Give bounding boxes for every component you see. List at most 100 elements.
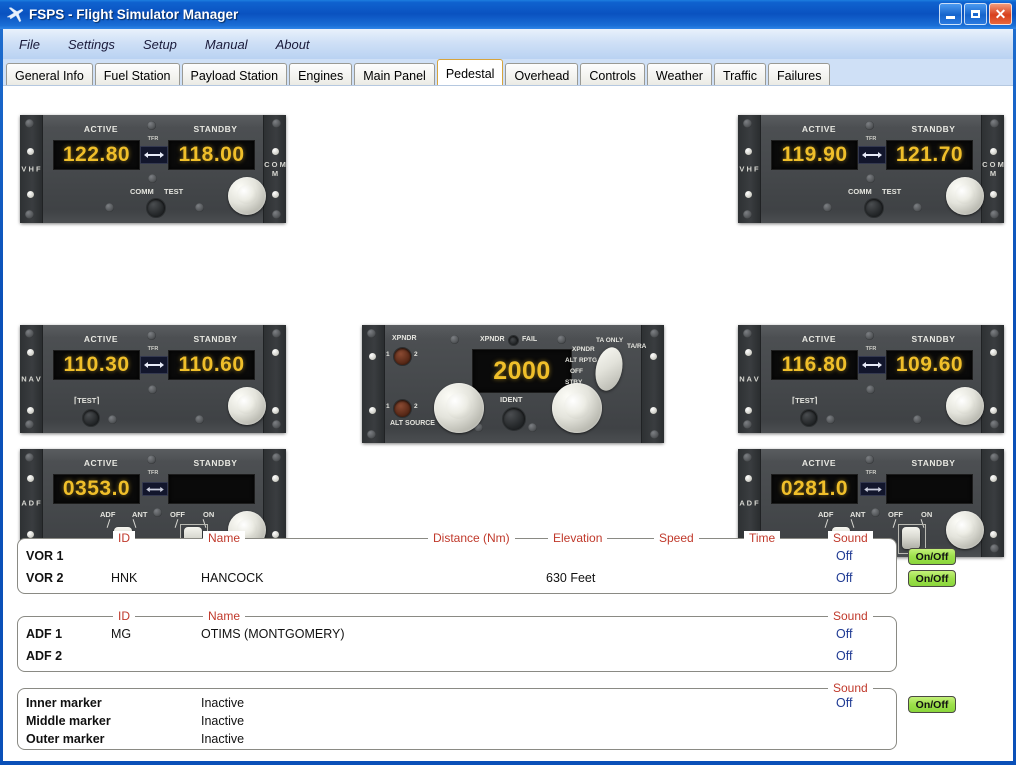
nav1-transfer-button[interactable] — [140, 356, 168, 374]
adf1-row-id: MG — [111, 627, 132, 641]
vor2-id: HNK — [111, 571, 138, 585]
comm2-tuning-knob[interactable] — [946, 177, 984, 215]
minimize-button[interactable] — [939, 3, 962, 25]
menu-item-settings[interactable]: Settings — [68, 37, 115, 52]
panel-rail-right — [981, 325, 1004, 433]
screw-icon — [743, 420, 752, 429]
comm1-side-label-left: V H F — [21, 164, 41, 174]
comm2-active-value: 119.90 — [781, 143, 848, 166]
screw-icon — [826, 415, 835, 424]
tab-controls[interactable]: Controls — [580, 63, 645, 87]
tick-mark — [850, 519, 855, 528]
indicator-dot-icon — [990, 475, 997, 482]
screw-icon — [528, 423, 537, 432]
screw-icon — [743, 119, 752, 128]
indicator-dot-icon — [27, 407, 34, 414]
transponder-panel[interactable]: XPNDR XPNDR FAIL 1 2 1 2 ALT SOURCE 2000… — [362, 325, 664, 443]
adf-header-sound: Sound — [828, 609, 873, 623]
maximize-button[interactable] — [964, 3, 987, 25]
tab-general-info[interactable]: General Info — [6, 63, 93, 87]
indicator-dot-icon — [990, 407, 997, 414]
adf2-power-switch[interactable] — [902, 527, 920, 549]
transponder-source-selector-top[interactable] — [393, 347, 412, 366]
panel-rail-left: V H F — [738, 115, 761, 223]
vor1-sound-toggle-button[interactable]: On/Off — [908, 548, 956, 565]
transponder-mode-alt-rptg: ALT RPTG — [565, 357, 598, 364]
transponder-ident-button[interactable] — [502, 407, 526, 431]
screw-icon — [990, 210, 999, 219]
menu-item-file[interactable]: File — [19, 37, 40, 52]
nav1-tuning-knob[interactable] — [228, 387, 266, 425]
nav2-radio-panel[interactable]: N A V ACTIVE STANDBY TFR 116.80 109.60 ⌈… — [738, 325, 1004, 433]
nav2-test-button[interactable] — [800, 409, 818, 427]
marker-sound-toggle-button[interactable]: On/Off — [908, 696, 956, 713]
transponder-code-value: 2000 — [493, 356, 551, 385]
vor2-name: HANCOCK — [201, 571, 264, 585]
screw-icon — [913, 415, 922, 424]
screw-icon — [650, 329, 659, 338]
transponder-mode-selector-knob[interactable] — [591, 344, 627, 394]
screw-icon — [148, 385, 157, 394]
tab-main-panel[interactable]: Main Panel — [354, 63, 435, 87]
nav2-transfer-button[interactable] — [858, 356, 886, 374]
tab-weather[interactable]: Weather — [646, 63, 712, 87]
menu-item-setup[interactable]: Setup — [143, 37, 177, 52]
comm2-transfer-button[interactable] — [858, 146, 886, 164]
indicator-dot-icon — [745, 407, 752, 414]
alt-source-selector-2: 2 — [414, 403, 418, 410]
comm2-radio-panel[interactable]: V H F C O M M ACTIVE STANDBY TFR 119.90 — [738, 115, 1004, 223]
comm1-tuning-knob[interactable] — [228, 177, 266, 215]
adf2-row-label: ADF 2 — [26, 649, 63, 663]
nav2-tuning-knob[interactable] — [946, 387, 984, 425]
indicator-dot-icon — [990, 349, 997, 356]
transponder-alt-source-selector[interactable] — [393, 399, 412, 418]
window-title: FSPS - Flight Simulator Manager — [29, 7, 239, 22]
screw-icon — [367, 329, 376, 338]
tab-fuel-station[interactable]: Fuel Station — [94, 63, 180, 87]
comm1-transfer-button[interactable] — [140, 146, 168, 164]
tab-payload-station[interactable]: Payload Station — [181, 63, 288, 87]
adf1-active-label: ACTIVE — [83, 458, 119, 468]
pedestal-panel: V H F C O M M ACTIVE STANDBY TFR 122.80 — [3, 85, 1013, 761]
tab-failures[interactable]: Failures — [767, 63, 831, 87]
panel-rail-left: V H F — [20, 115, 43, 223]
nav2-active-value: 116.80 — [781, 353, 848, 376]
adf2-active-label: ACTIVE — [801, 458, 837, 468]
adf2-transfer-button[interactable] — [860, 482, 886, 496]
tab-pedestal[interactable]: Pedestal — [436, 59, 504, 87]
screw-icon — [990, 119, 999, 128]
vor2-sound-toggle-button[interactable]: On/Off — [908, 570, 956, 587]
indicator-dot-icon — [369, 407, 376, 414]
nav1-radio-panel[interactable]: N A V ACTIVE STANDBY TFR 110.30 110.60 ⌈… — [20, 325, 286, 433]
transponder-outer-knob-right[interactable] — [552, 383, 602, 433]
nav2-test-text: TEST — [795, 396, 815, 405]
comm1-radio-panel[interactable]: V H F C O M M ACTIVE STANDBY TFR 122.80 — [20, 115, 286, 223]
comm1-side-label-right: C O M M — [264, 160, 286, 178]
tab-traffic[interactable]: Traffic — [713, 63, 766, 87]
nav2-test-label: ⌈TEST⌉ — [792, 396, 818, 405]
screw-icon — [272, 453, 281, 462]
adf1-standby-display — [168, 474, 255, 504]
screw-icon — [25, 119, 34, 128]
adf2-tfr-label: TFR — [865, 470, 877, 476]
alt-source-label: ALT SOURCE — [390, 420, 435, 427]
tick-mark — [132, 519, 137, 528]
close-button[interactable]: ✕ — [989, 3, 1012, 25]
nav2-tfr-label: TFR — [865, 346, 877, 352]
transponder-mode-ta-only: TA ONLY — [596, 337, 624, 344]
vor1-label: VOR 1 — [26, 549, 64, 563]
comm2-test-button[interactable] — [864, 198, 884, 218]
adf2-tuning-knob[interactable] — [946, 511, 984, 549]
tab-engines[interactable]: Engines — [289, 63, 353, 87]
adf2-standby-label: STANDBY — [911, 458, 956, 468]
indicator-dot-icon — [27, 349, 34, 356]
menu-item-manual[interactable]: Manual — [205, 37, 248, 52]
transponder-outer-knob-left[interactable] — [434, 383, 484, 433]
adf1-transfer-button[interactable] — [142, 482, 168, 496]
adf1-row-label: ADF 1 — [26, 627, 63, 641]
menu-item-about[interactable]: About — [276, 37, 310, 52]
comm1-test-button[interactable] — [146, 198, 166, 218]
tab-overhead[interactable]: Overhead — [505, 63, 579, 87]
nav1-test-button[interactable] — [82, 409, 100, 427]
nav2-standby-label: STANDBY — [911, 334, 956, 344]
